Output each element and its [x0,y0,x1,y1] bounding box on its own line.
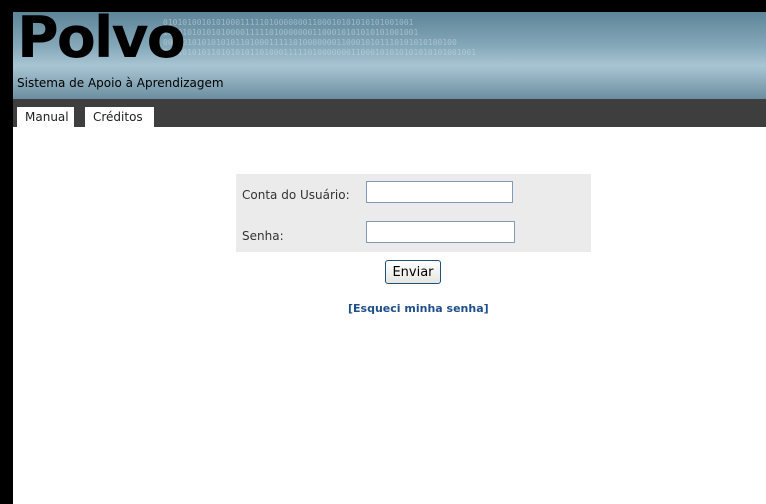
tagline: Sistema de Apoio à Aprendizagem [17,76,224,90]
submit-button[interactable]: Enviar [385,260,441,284]
login-form: Conta do Usuário: Senha: [236,174,591,252]
nav-bar: Manual Créditos [13,99,766,127]
header-banner: 0101010010101000111110100000001100010101… [13,12,766,99]
binary-pattern-line: 0101010010101000111110100000001100010101… [163,18,414,27]
password-input[interactable] [366,221,515,243]
forgot-password-link[interactable]: [Esqueci minha senha] [348,302,489,315]
binary-pattern-line: 0001010101010101101000111110100000001100… [163,38,457,47]
nav-item-manual[interactable]: Manual [17,107,74,127]
binary-pattern-line: 0101010101101010101101000111110100000001… [163,48,477,57]
page: 0101010010101000111110100000001100010101… [13,12,766,504]
nav-item-creditos[interactable]: Créditos [85,107,154,127]
binary-pattern-line: 1010101010101000011111010000000110001010… [163,28,419,37]
logo: Polvo [17,12,186,71]
password-label: Senha: [242,229,284,243]
username-input[interactable] [366,181,513,203]
username-label: Conta do Usuário: [242,188,350,202]
